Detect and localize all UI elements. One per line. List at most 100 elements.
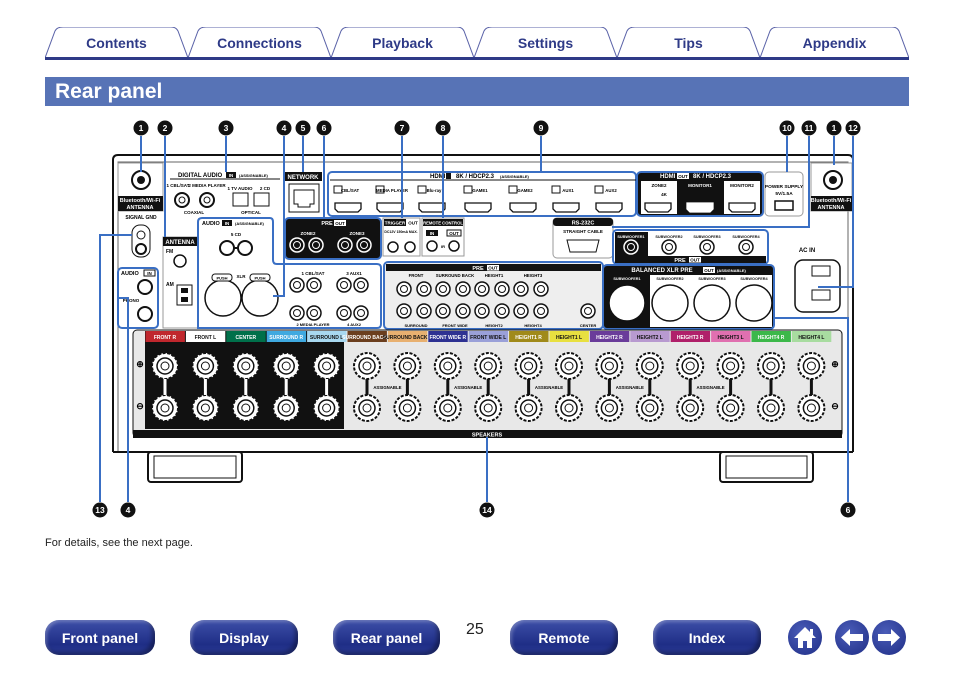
callout-number: 8 bbox=[441, 123, 446, 133]
callout-number: 2 bbox=[163, 123, 168, 133]
out-badge: OUT bbox=[408, 221, 418, 226]
forward-arrow-icon bbox=[878, 629, 900, 646]
callout-number: 11 bbox=[805, 123, 814, 133]
bt-antenna-label: ANTENNA bbox=[818, 205, 845, 211]
forward-button[interactable] bbox=[872, 620, 906, 655]
binding-post-ring bbox=[439, 357, 457, 375]
rca-jack bbox=[533, 303, 549, 319]
plus-symbol: ⊕ bbox=[136, 359, 144, 369]
audio-pair-label: 2 MEDIA PLAYER bbox=[296, 322, 329, 327]
assignable-label: ASSIGNABLE bbox=[616, 385, 644, 390]
push-label: PUSH bbox=[216, 276, 227, 281]
index-button[interactable]: Index bbox=[653, 620, 761, 655]
digital-audio-label: DIGITAL AUDIO bbox=[178, 173, 223, 179]
balanced-xlr-label: BALANCED XLR PRE bbox=[631, 268, 692, 274]
hdmi-label: HDMI bbox=[660, 174, 676, 180]
power-supply-usb: POWER SUPPLY 5V/1.5A bbox=[764, 171, 804, 217]
assignable-label: ASSIGNABLE bbox=[373, 385, 401, 390]
power-rating-label: 5V/1.5A bbox=[775, 191, 793, 197]
minus-symbol: ⊖ bbox=[136, 401, 144, 411]
trigger-spec-label: DC12V 150mA MAX. bbox=[384, 230, 417, 234]
rca-jack bbox=[623, 239, 639, 255]
binding-post-ring bbox=[156, 399, 174, 417]
binding-post-ring bbox=[519, 399, 538, 417]
callout-number: 7 bbox=[400, 123, 405, 133]
tab-contents[interactable]: Contents bbox=[45, 27, 188, 58]
rs232c-label: RS-232C bbox=[572, 221, 595, 227]
assignable-label: ASSIGNABLE bbox=[697, 385, 725, 390]
rca-jack bbox=[580, 303, 596, 319]
ir-label: IR bbox=[441, 244, 445, 249]
callout-number: 1 bbox=[139, 123, 144, 133]
button-label: Display bbox=[219, 629, 269, 646]
trigger-out: TRIGGER OUT DC12V 150mA MAX. bbox=[382, 217, 421, 257]
speaker-label: HEIGHT1 L bbox=[556, 335, 582, 341]
subwoofer-label: SUBWOOFER1 bbox=[617, 235, 644, 239]
binding-post-ring bbox=[641, 399, 659, 417]
in-badge: IN bbox=[225, 221, 230, 226]
speaker-label: SURROUND R bbox=[269, 335, 303, 341]
display-button[interactable]: Display bbox=[190, 620, 298, 655]
in-badge: IN bbox=[229, 173, 234, 178]
tab-settings[interactable]: Settings bbox=[474, 27, 617, 58]
zone2-4k-label: 4K bbox=[661, 192, 668, 197]
tab-tips[interactable]: Tips bbox=[617, 27, 760, 58]
speaker-label: SURROUND BACK L bbox=[383, 335, 432, 341]
binding-post-ring bbox=[196, 399, 215, 417]
audio-label: AUDIO bbox=[121, 271, 139, 277]
home-button[interactable] bbox=[788, 620, 822, 655]
callout-number: 12 bbox=[848, 123, 858, 133]
page-number: 25 bbox=[466, 621, 484, 638]
audio-pair-label: 1 CBL/SAT bbox=[302, 271, 325, 276]
assignable-label: (ASSIGNABLE) bbox=[239, 173, 269, 178]
hdmi-input-number bbox=[594, 185, 604, 194]
digital-input-label: 1 TV AUDIO bbox=[227, 186, 253, 191]
remote-button[interactable]: Remote bbox=[510, 620, 618, 655]
binding-post-ring bbox=[721, 357, 740, 375]
binding-post-ring bbox=[439, 399, 457, 417]
callout-number: 5 bbox=[301, 123, 306, 133]
out-badge: OUT bbox=[335, 221, 345, 226]
hdmi-port bbox=[464, 202, 492, 213]
front-panel-button[interactable]: Front panel bbox=[45, 620, 155, 655]
subwoofer-label: SUBWOOFER4 bbox=[740, 277, 768, 281]
digital-audio-in: DIGITAL AUDIO IN (ASSIGNABLE) 1 CBL/SAT … bbox=[167, 172, 280, 215]
binding-post-ring bbox=[398, 357, 417, 375]
binding-post-ring bbox=[762, 399, 780, 417]
rca-jack bbox=[356, 237, 372, 253]
tab-appendix[interactable]: Appendix bbox=[760, 27, 909, 58]
subwoofer-label: SUBWOOFER1 bbox=[613, 277, 640, 281]
tab-playback[interactable]: Playback bbox=[331, 27, 474, 58]
callout-number: 3 bbox=[224, 123, 229, 133]
callout-number: 4 bbox=[126, 505, 131, 515]
binding-post-ring bbox=[317, 357, 336, 375]
speaker-terminals: SPEAKERS FRONT R FRONT L CENTER SURROUND RS… bbox=[132, 329, 843, 439]
rear-panel-diagram: Bluetooth/Wi-Fi ANTENNA Bluetooth/Wi-Fi … bbox=[92, 120, 861, 518]
rca-jack bbox=[336, 305, 352, 321]
hdmi-port bbox=[595, 202, 623, 213]
back-button[interactable] bbox=[835, 620, 869, 655]
rca-jack bbox=[533, 281, 549, 297]
rear-panel-button[interactable]: Rear panel bbox=[333, 620, 440, 655]
rca-jack bbox=[289, 277, 305, 293]
hdmi-out: HDMI OUT 8K / HDCP2.3 ZONE2 4K MONITOR1 … bbox=[636, 171, 764, 217]
digital-input-label: 2 MEDIA PLAYER bbox=[188, 183, 226, 188]
hdmi-input-number bbox=[463, 185, 473, 194]
binding-post-ring bbox=[237, 357, 255, 375]
button-label: Index bbox=[688, 629, 726, 646]
speaker-label: HEIGHT4 R bbox=[758, 335, 785, 341]
bt-antenna-label: Bluetooth/Wi-Fi bbox=[811, 198, 852, 204]
page-title: Rear panel bbox=[55, 80, 163, 103]
tab-connections[interactable]: Connections bbox=[188, 27, 331, 58]
binding-post-ring bbox=[479, 357, 497, 375]
binding-post-ring bbox=[641, 357, 659, 375]
hdmi-port bbox=[509, 202, 537, 213]
button-label: Rear panel bbox=[350, 629, 423, 646]
back-arrow-icon bbox=[841, 629, 863, 646]
rca-jack bbox=[455, 303, 471, 319]
assignable-label: (ASSIGNABLE) bbox=[500, 174, 530, 179]
rca-jack bbox=[738, 239, 754, 255]
rca-jack bbox=[513, 281, 529, 297]
remote-control-label: REMOTE CONTROL bbox=[423, 221, 463, 226]
out-badge: OUT bbox=[704, 268, 714, 273]
